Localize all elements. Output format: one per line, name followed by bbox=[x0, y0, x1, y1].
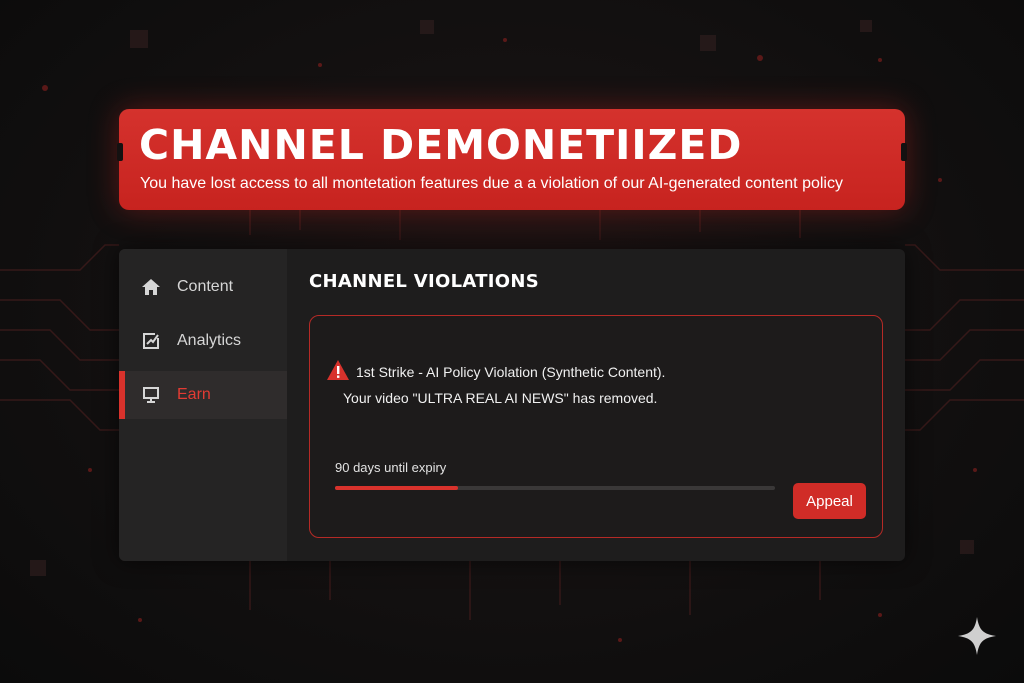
strike-text: 1st Strike - AI Policy Violation (Synthe… bbox=[356, 364, 666, 380]
sidebar-item-analytics[interactable]: Analytics bbox=[119, 317, 287, 365]
banner-notch-left bbox=[117, 143, 123, 161]
channel-panel: Content Analytics Earn CHANNEL VIOLATION… bbox=[119, 249, 905, 561]
removed-video-text: Your video "ULTRA REAL AI NEWS" has remo… bbox=[343, 390, 658, 406]
sparkle-icon bbox=[956, 615, 998, 657]
monitor-icon bbox=[141, 385, 161, 405]
banner-title: CHANNEL DEMONETIIZED bbox=[139, 121, 743, 169]
appeal-button[interactable]: Appeal bbox=[793, 483, 866, 519]
sidebar-item-content[interactable]: Content bbox=[119, 263, 287, 311]
violation-card: 1st Strike - AI Policy Violation (Synthe… bbox=[309, 315, 883, 538]
expiry-progress-fill bbox=[335, 486, 459, 490]
expiry-text: 90 days until expiry bbox=[335, 460, 447, 475]
warning-icon bbox=[326, 359, 350, 381]
demonetized-banner: CHANNEL DEMONETIIZED You have lost acces… bbox=[117, 109, 907, 210]
home-icon bbox=[141, 277, 161, 297]
sidebar-item-earn[interactable]: Earn bbox=[119, 371, 287, 419]
sidebar-item-label: Content bbox=[177, 278, 234, 295]
sidebar: Content Analytics Earn bbox=[119, 249, 287, 561]
sidebar-item-label: Earn bbox=[177, 386, 211, 403]
sidebar-item-label: Analytics bbox=[177, 332, 242, 349]
expiry-progress-bar bbox=[335, 486, 775, 490]
banner-notch-right bbox=[901, 143, 907, 161]
section-title: CHANNEL VIOLATIONS bbox=[309, 271, 540, 292]
analytics-icon bbox=[141, 331, 161, 351]
banner-subtitle: You have lost access to all montetation … bbox=[140, 175, 843, 192]
